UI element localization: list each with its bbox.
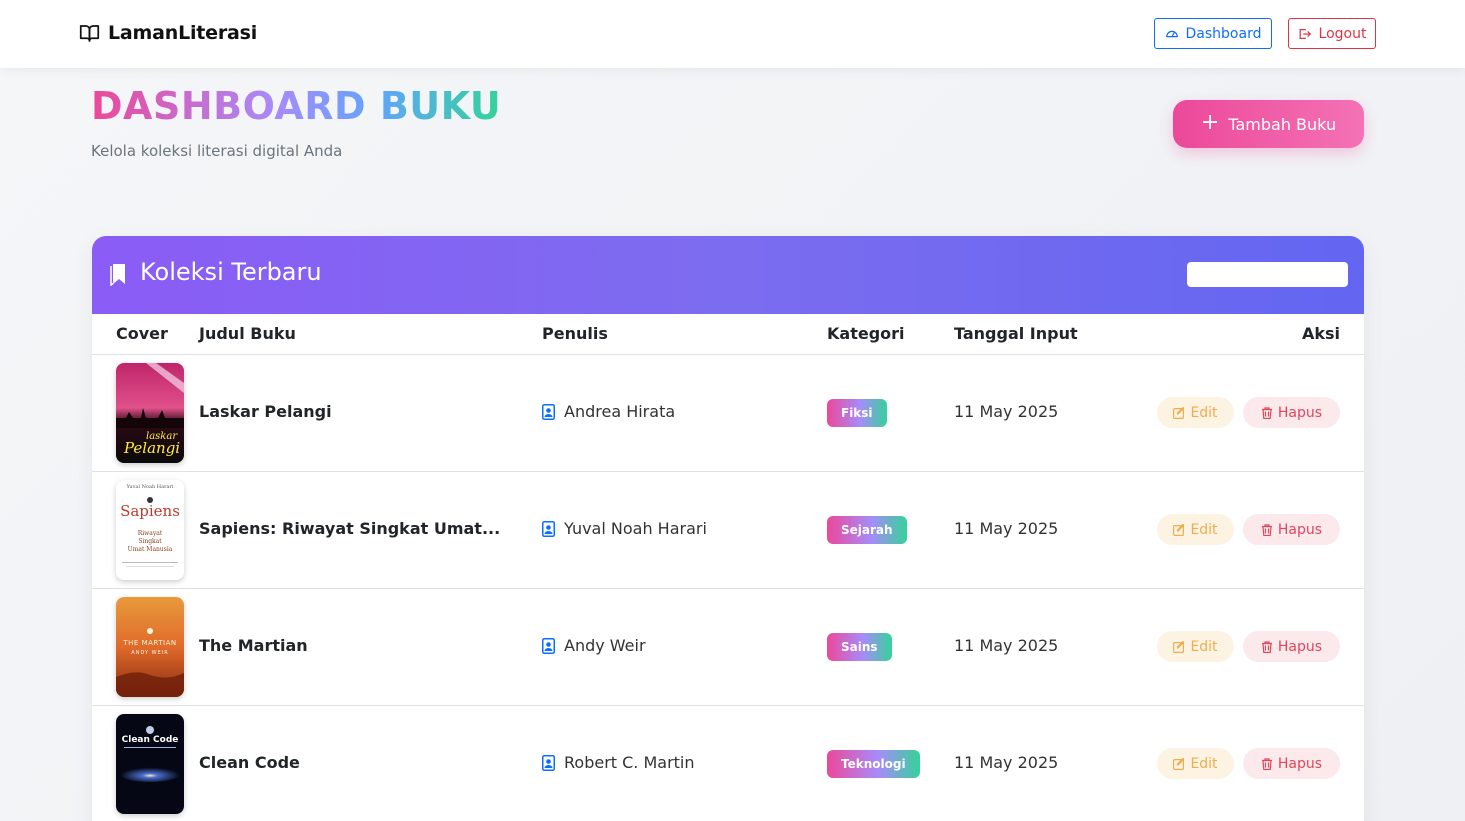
cover-title-line: Pelangi xyxy=(123,439,180,457)
delete-button-label: Hapus xyxy=(1277,404,1323,421)
logout-button[interactable]: Logout xyxy=(1288,18,1376,49)
category-badge: Teknologi xyxy=(827,750,920,778)
column-header-date: Tanggal Input xyxy=(954,324,1078,343)
edit-button-label: Edit xyxy=(1190,638,1218,655)
cover-subtitle-line: Riwayat xyxy=(138,530,163,537)
column-header-author: Penulis xyxy=(542,324,608,343)
edit-button[interactable]: Edit xyxy=(1157,514,1234,545)
book-collection-card: Koleksi Terbaru Cover Judul Buku Penulis… xyxy=(92,236,1364,821)
book-author-name: Yuval Noah Harari xyxy=(564,519,707,538)
delete-button[interactable]: Hapus xyxy=(1243,748,1340,779)
book-author-name: Andrea Hirata xyxy=(564,402,676,421)
page-title: DASHBOARD BUKU xyxy=(91,84,502,128)
column-header-actions: Aksi xyxy=(1301,324,1340,343)
clean-code-cover: Clean Code xyxy=(116,714,184,814)
table-row: laskar Pelangi Laskar Pelangi Andrea Hir… xyxy=(92,355,1364,472)
speedometer-icon xyxy=(1165,30,1178,37)
cover-title-line: Clean Code xyxy=(122,735,179,745)
book-author-name: Andy Weir xyxy=(564,636,646,655)
person-badge-icon xyxy=(542,637,555,654)
trash-icon xyxy=(1261,523,1272,536)
edit-button[interactable]: Edit xyxy=(1157,631,1234,662)
person-badge-icon xyxy=(542,403,555,420)
book-author-name: Robert C. Martin xyxy=(564,753,695,772)
edit-button-label: Edit xyxy=(1190,755,1218,772)
edit-icon xyxy=(1173,523,1185,536)
person-badge-icon xyxy=(542,754,555,771)
table-row: THE MARTIAN ANDY WEIR The Martian Andy W… xyxy=(92,589,1364,706)
search-input[interactable] xyxy=(1187,262,1348,287)
trash-icon xyxy=(1261,757,1272,770)
book-cover-image: Yuval Noah Harari Sapiens Riwayat Singka… xyxy=(116,480,184,580)
cover-title-line: THE MARTIAN xyxy=(122,639,176,647)
book-cover-image: laskar Pelangi xyxy=(116,363,184,463)
trash-icon xyxy=(1261,640,1272,653)
cover-title-line: Sapiens xyxy=(120,502,180,520)
edit-button[interactable]: Edit xyxy=(1157,397,1234,428)
delete-button-label: Hapus xyxy=(1277,521,1323,538)
edit-button-label: Edit xyxy=(1190,521,1218,538)
laskar-pelangi-cover: laskar Pelangi xyxy=(116,363,184,463)
bookmarks-icon xyxy=(110,264,125,286)
card-title: Koleksi Terbaru xyxy=(140,258,322,286)
card-header: Koleksi Terbaru xyxy=(92,236,1364,314)
book-cover-image: Clean Code xyxy=(116,714,184,814)
edit-button[interactable]: Edit xyxy=(1157,748,1234,779)
dashboard-button[interactable]: Dashboard xyxy=(1154,18,1272,49)
book-author: Andy Weir xyxy=(542,636,646,655)
book-title: Sapiens: Riwayat Singkat Umat... xyxy=(199,519,501,538)
book-author: Yuval Noah Harari xyxy=(542,519,707,538)
book-title: Clean Code xyxy=(199,753,300,772)
logout-icon xyxy=(1299,28,1311,39)
sapiens-cover: Yuval Noah Harari Sapiens Riwayat Singka… xyxy=(116,480,184,580)
delete-button-label: Hapus xyxy=(1277,638,1323,655)
input-date: 11 May 2025 xyxy=(954,636,1059,655)
table-row: Yuval Noah Harari Sapiens Riwayat Singka… xyxy=(92,472,1364,589)
table-header: Cover Judul Buku Penulis Kategori Tangga… xyxy=(92,314,1364,355)
column-header-cover: Cover xyxy=(116,324,168,343)
trash-icon xyxy=(1261,406,1272,419)
edit-icon xyxy=(1173,406,1185,419)
brand-name: LamanLiterasi xyxy=(108,22,258,44)
input-date: 11 May 2025 xyxy=(954,402,1059,421)
column-header-title: Judul Buku xyxy=(199,324,296,343)
brand[interactable]: LamanLiterasi xyxy=(79,20,257,46)
column-header-category: Kategori xyxy=(827,324,905,343)
person-badge-icon xyxy=(542,520,555,537)
book-author: Andrea Hirata xyxy=(542,402,675,421)
category-badge: Sains xyxy=(827,633,892,661)
cover-author-line: Yuval Noah Harari xyxy=(126,484,174,490)
book-cover-image: THE MARTIAN ANDY WEIR xyxy=(116,597,184,697)
category-badge: Fiksi xyxy=(827,399,887,427)
input-date: 11 May 2025 xyxy=(954,519,1059,538)
edit-icon xyxy=(1173,640,1185,653)
delete-button[interactable]: Hapus xyxy=(1243,631,1340,662)
edit-icon xyxy=(1173,757,1185,770)
add-book-button-label: Tambah Buku xyxy=(1228,114,1337,134)
delete-button[interactable]: Hapus xyxy=(1243,514,1340,545)
cover-author-line: ANDY WEIR xyxy=(131,650,168,656)
delete-button-label: Hapus xyxy=(1277,755,1323,772)
page-subtitle: Kelola koleksi literasi digital Anda xyxy=(91,142,343,160)
input-date: 11 May 2025 xyxy=(954,753,1059,772)
the-martian-cover: THE MARTIAN ANDY WEIR xyxy=(116,597,184,697)
navbar: LamanLiterasi Dashboard Logout xyxy=(0,0,1465,68)
add-book-button[interactable]: + Tambah Buku xyxy=(1173,100,1364,148)
table-row: Clean Code Clean Code Robert C. Martin T… xyxy=(92,706,1364,821)
book-title: The Martian xyxy=(199,636,308,655)
category-badge: Sejarah xyxy=(827,516,907,544)
book-title: Laskar Pelangi xyxy=(199,402,332,421)
dashboard-button-label: Dashboard xyxy=(1185,25,1262,42)
edit-button-label: Edit xyxy=(1190,404,1218,421)
cover-subtitle-line: Singkat xyxy=(138,538,162,545)
cover-subtitle-line: Umat Manusia xyxy=(128,546,173,553)
logout-button-label: Logout xyxy=(1318,25,1367,42)
plus-icon: + xyxy=(1200,110,1220,135)
book-author: Robert C. Martin xyxy=(542,753,695,772)
delete-button[interactable]: Hapus xyxy=(1243,397,1340,428)
book-open-icon xyxy=(79,25,100,42)
